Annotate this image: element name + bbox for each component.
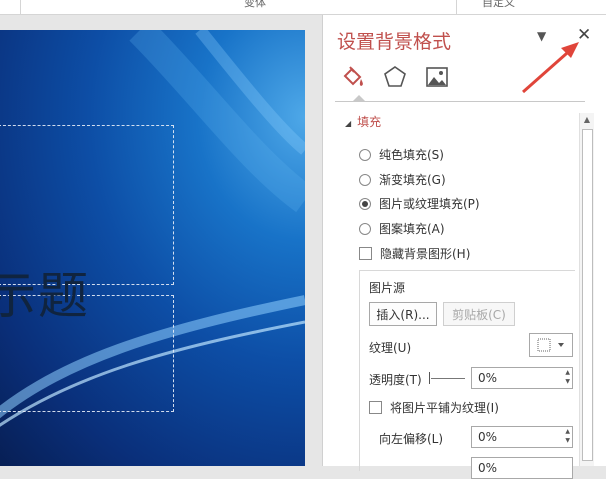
tab-effects[interactable]: [381, 63, 409, 91]
texture-swatch-icon: [537, 338, 564, 352]
spinner-value: 0%: [478, 430, 498, 444]
radio-circle[interactable]: [359, 148, 371, 161]
radio-picture-fill[interactable]: 图片或纹理填充(P): [359, 195, 480, 212]
fill-icon: [343, 66, 363, 86]
option-label: 图案填充(A): [379, 222, 445, 236]
pentagon-icon: [384, 66, 406, 87]
tile-texture-checkbox[interactable]: 将图片平铺为纹理(I): [369, 399, 499, 416]
collapse-triangle-icon: ◢: [345, 119, 352, 128]
picture-icon: [426, 67, 448, 87]
tab-fill[interactable]: [339, 63, 367, 91]
radio-circle[interactable]: [359, 173, 371, 186]
pane-scrollbar[interactable]: ▲: [579, 113, 594, 466]
offset-left-spinner[interactable]: 0% ▲ ▼: [471, 426, 573, 448]
radio-pattern-fill[interactable]: 图案填充(A): [359, 220, 445, 237]
option-label: 隐藏背景图形(H): [380, 247, 471, 261]
spinner-down-icon[interactable]: ▼: [565, 437, 570, 444]
transparency-slider[interactable]: [431, 378, 465, 379]
fill-section-label: 填充: [357, 115, 382, 129]
group-indent-line: [359, 271, 360, 471]
pane-title: 设置背景格式: [337, 31, 452, 53]
radio-solid-fill[interactable]: 纯色填充(S): [359, 146, 444, 163]
ribbon-separator: [456, 0, 457, 14]
option-label: 图片或纹理填充(P): [379, 197, 480, 211]
hide-bg-graphics-checkbox[interactable]: 隐藏背景图形(H): [359, 245, 470, 262]
picture-source-label: 图片源: [369, 281, 406, 295]
offset-right-spinner[interactable]: 0%: [471, 457, 573, 479]
spinner-up-icon[interactable]: ▲: [565, 369, 570, 376]
slide[interactable]: 示题: [0, 30, 305, 466]
pane-divider: [335, 101, 585, 102]
ribbon-groups-bar: 变体 自定义: [0, 0, 606, 15]
option-label: 纯色填充(S): [379, 148, 444, 162]
option-label: 渐变填充(G): [379, 173, 446, 187]
scroll-up-icon[interactable]: ▲: [580, 113, 594, 127]
checkbox[interactable]: [369, 401, 382, 414]
radio-circle[interactable]: [359, 222, 371, 235]
tab-picture[interactable]: [423, 63, 451, 91]
transparency-slider-handle[interactable]: [429, 372, 430, 384]
ribbon-group-variants: 变体: [244, 0, 266, 9]
annotation-arrow: [522, 42, 579, 94]
slide-title-text[interactable]: 示题: [0, 256, 90, 328]
option-label: 将图片平铺为纹理(I): [390, 401, 499, 415]
transparency-spinner[interactable]: 0% ▲ ▼: [471, 367, 573, 389]
insert-button[interactable]: 插入(R)...: [369, 302, 437, 326]
ribbon-separator: [20, 0, 21, 14]
transparency-label: 透明度(T): [369, 373, 422, 387]
offset-left-label: 向左偏移(L): [379, 432, 444, 446]
clipboard-button[interactable]: 剪贴板(C): [443, 302, 515, 326]
ribbon-group-customize: 自定义: [482, 0, 515, 9]
radio-circle-selected[interactable]: [359, 197, 371, 210]
checkbox[interactable]: [359, 247, 372, 260]
texture-dropdown[interactable]: [529, 333, 573, 357]
group-divider: [359, 270, 575, 271]
spinner-down-icon[interactable]: ▼: [565, 378, 570, 385]
fill-section-header[interactable]: ◢ 填充: [345, 113, 381, 130]
spinner-up-icon[interactable]: ▲: [565, 428, 570, 435]
spinner-value: 0%: [478, 371, 498, 385]
spinner-value: 0%: [478, 461, 498, 475]
texture-label: 纹理(U): [369, 341, 412, 355]
radio-gradient-fill[interactable]: 渐变填充(G): [359, 171, 446, 188]
scrollbar-thumb[interactable]: [582, 129, 593, 461]
